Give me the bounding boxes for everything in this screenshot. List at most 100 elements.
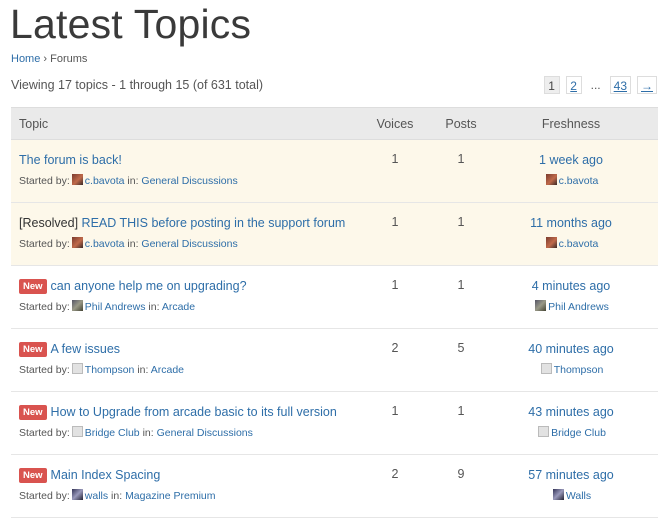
topic-title-line: New How to Upgrade from arcade basic to i… <box>19 404 354 420</box>
author-link[interactable]: c.bavota <box>85 238 125 250</box>
table-header: Topic Voices Posts Freshness <box>11 108 658 140</box>
topics-summary: Viewing 17 topics - 1 through 15 (of 631… <box>11 78 264 92</box>
freshness-link[interactable]: 43 minutes ago <box>528 405 613 419</box>
topic-title-link[interactable]: can anyone help me on upgrading? <box>51 279 247 293</box>
topic-meta: Started by: Phil Andrews in: Arcade <box>19 300 354 313</box>
topic-meta: Started by: Thompson in: Arcade <box>19 363 354 376</box>
started-by-label: Started by: <box>19 490 70 502</box>
forum-link[interactable]: Magazine Premium <box>125 490 215 502</box>
topic-cell: The forum is back! Started by: c.bavota in… <box>11 140 354 202</box>
new-badge: New <box>19 468 47 483</box>
last-poster-link[interactable]: c.bavota <box>559 175 599 187</box>
topic-cell: New can anyone help me on upgrading? Start… <box>11 266 354 328</box>
new-badge: New <box>19 279 47 294</box>
voices-count: 1 <box>391 278 399 292</box>
started-by-label: Started by: <box>19 364 70 376</box>
author-link[interactable]: walls <box>85 490 108 502</box>
topic-title-line: [Resolved] READ THIS before posting in t… <box>19 215 354 231</box>
voices-count: 1 <box>391 404 399 418</box>
topic-meta: Started by: walls in: Magazine Premium <box>19 489 354 502</box>
last-poster-link[interactable]: Thompson <box>554 364 604 376</box>
page-ellipsis: ... <box>590 78 601 92</box>
posts-count: 1 <box>457 215 465 229</box>
freshness-link[interactable]: 57 minutes ago <box>528 468 613 482</box>
table-row: New How to Upgrade from arcade basic to i… <box>11 392 658 455</box>
avatar <box>71 237 83 248</box>
topic-title-line: New A few issues <box>19 341 354 357</box>
header-topic: Topic <box>19 116 49 131</box>
last-poster-link[interactable]: Phil Andrews <box>548 301 609 313</box>
topic-title-link[interactable]: A few issues <box>51 342 120 356</box>
freshness-link[interactable]: 4 minutes ago <box>532 279 611 293</box>
breadcrumb-home-link[interactable]: Home <box>11 53 40 65</box>
topics-table: Topic Voices Posts Freshness The forum i… <box>11 107 658 518</box>
voices-count: 1 <box>391 152 399 166</box>
author-link[interactable]: Bridge Club <box>85 427 140 439</box>
last-poster-link[interactable]: Bridge Club <box>551 427 606 439</box>
last-poster-link[interactable]: c.bavota <box>559 238 599 250</box>
avatar <box>552 489 564 500</box>
header-posts: Posts <box>445 116 477 131</box>
posts-count: 1 <box>457 278 465 292</box>
freshness-cell: 40 minutes ago Thompson <box>486 329 656 391</box>
topic-title-line: New can anyone help me on upgrading? <box>19 278 354 294</box>
topic-title-line: The forum is back! <box>19 152 354 168</box>
topic-title-line: New Main Index Spacing <box>19 467 354 483</box>
in-label: in: <box>127 238 139 250</box>
new-badge: New <box>19 342 47 357</box>
started-by-label: Started by: <box>19 427 70 439</box>
avatar <box>538 426 550 437</box>
avatar <box>71 426 83 437</box>
topic-cell: New Main Index Spacing Started by: walls in… <box>11 455 354 517</box>
author-link[interactable]: c.bavota <box>85 175 125 187</box>
posts-count: 1 <box>457 152 465 166</box>
in-label: in: <box>111 490 123 502</box>
forum-link[interactable]: General Discussions <box>141 238 237 250</box>
freshness-cell: 57 minutes ago Walls <box>486 455 656 517</box>
table-row: New can anyone help me on upgrading? Start… <box>11 266 658 329</box>
forum-link[interactable]: Arcade <box>151 364 184 376</box>
freshness-cell: 43 minutes ago Bridge Club <box>486 392 656 454</box>
forum-link[interactable]: General Discussions <box>157 427 253 439</box>
header-freshness: Freshness <box>541 116 601 131</box>
topic-title-link[interactable]: How to Upgrade from arcade basic to its … <box>51 405 337 419</box>
voices-count: 2 <box>391 341 399 355</box>
forum-link[interactable]: Arcade <box>162 301 195 313</box>
topic-meta: Started by: Bridge Club in: General Discu… <box>19 426 354 439</box>
in-label: in: <box>148 301 160 313</box>
freshness-link[interactable]: 40 minutes ago <box>528 342 613 356</box>
freshness-link[interactable]: 1 week ago <box>539 153 603 167</box>
avatar <box>545 174 557 185</box>
next-page-arrow-icon[interactable]: → <box>637 76 657 94</box>
table-row: [Resolved] READ THIS before posting in t… <box>11 203 658 266</box>
voices-count: 2 <box>391 467 399 481</box>
author-link[interactable]: Phil Andrews <box>85 301 146 313</box>
table-row: The forum is back! Started by: c.bavota in… <box>11 140 658 203</box>
freshness-link[interactable]: 11 months ago <box>530 216 612 230</box>
topic-prefix: [Resolved] <box>19 216 79 230</box>
freshness-cell: 1 week ago c.bavota <box>486 140 656 202</box>
topic-cell: [Resolved] READ THIS before posting in t… <box>11 203 354 265</box>
page-link-last[interactable]: 43 <box>609 76 631 94</box>
topic-title-link[interactable]: Main Index Spacing <box>51 468 161 482</box>
avatar <box>71 174 83 185</box>
topic-title-link[interactable]: READ THIS before posting in the support … <box>82 216 346 230</box>
header-voices: Voices <box>376 116 414 131</box>
started-by-label: Started by: <box>19 238 70 250</box>
voices-count: 1 <box>391 215 399 229</box>
avatar <box>545 237 557 248</box>
author-link[interactable]: Thompson <box>85 364 135 376</box>
breadcrumb: Home › Forums <box>11 53 87 65</box>
pagination: 1 2 ... 43 → <box>543 76 657 94</box>
avatar <box>535 300 547 311</box>
freshness-cell: 11 months ago c.bavota <box>486 203 656 265</box>
avatar <box>540 363 552 374</box>
breadcrumb-separator: › <box>43 53 48 65</box>
topic-title-link[interactable]: The forum is back! <box>19 153 122 167</box>
forum-link[interactable]: General Discussions <box>141 175 237 187</box>
topic-meta: Started by: c.bavota in: General Discussi… <box>19 237 354 250</box>
freshness-cell: 4 minutes ago Phil Andrews <box>486 266 656 328</box>
page-link-2[interactable]: 2 <box>565 76 582 94</box>
table-row: New A few issues Started by: Thompson in: A… <box>11 329 658 392</box>
last-poster-link[interactable]: Walls <box>566 490 591 502</box>
